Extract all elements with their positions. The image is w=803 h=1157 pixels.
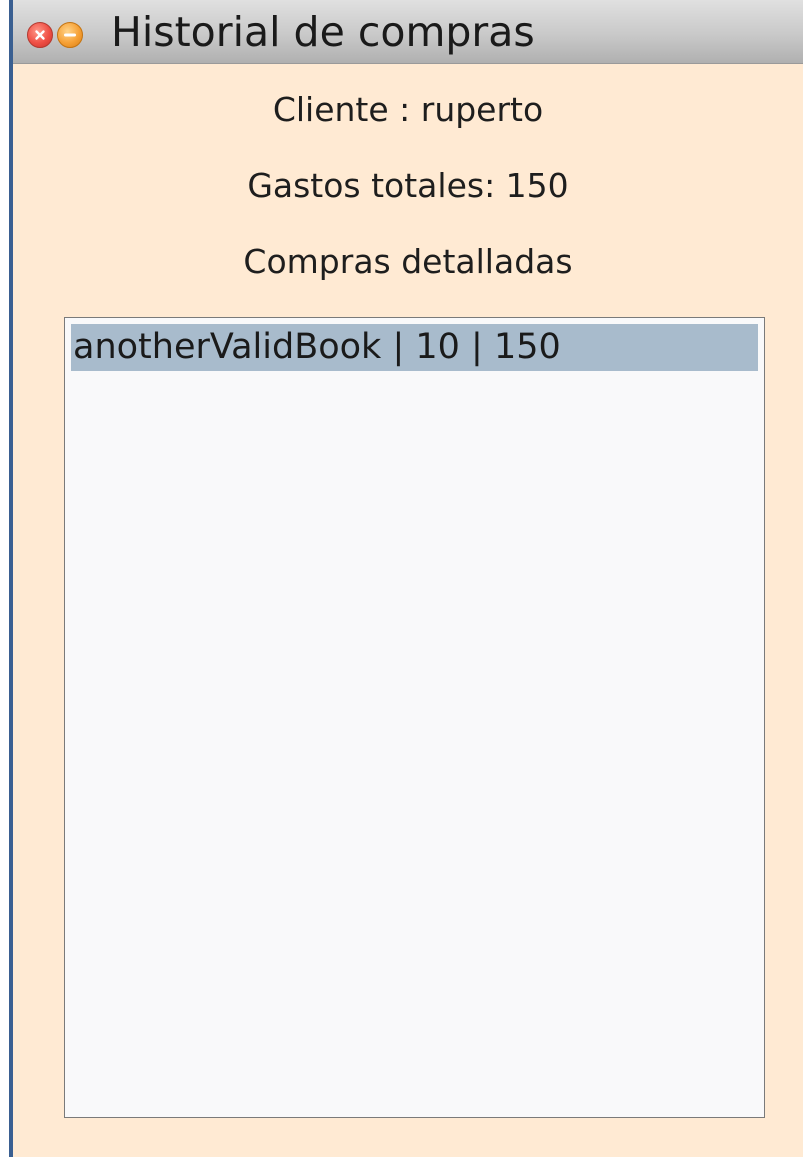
close-glyph <box>35 30 45 40</box>
detailed-purchases-heading: Compras detalladas <box>243 242 573 281</box>
close-icon[interactable] <box>27 22 53 48</box>
client-label: Cliente : ruperto <box>272 90 544 129</box>
window-title: Historial de compras <box>111 8 535 56</box>
purchase-list-item[interactable]: anotherValidBook | 10 | 150 <box>71 324 758 371</box>
total-spent-label: Gastos totales: 150 <box>247 166 569 205</box>
minimize-glyph <box>64 33 76 37</box>
desktop-edge <box>0 0 9 1157</box>
title-bar[interactable]: Historial de compras <box>13 0 803 64</box>
purchase-history-window: Historial de compras Cliente : ruperto G… <box>0 0 803 1157</box>
minimize-icon[interactable] <box>57 22 83 48</box>
purchases-list[interactable]: anotherValidBook | 10 | 150 <box>64 317 765 1118</box>
